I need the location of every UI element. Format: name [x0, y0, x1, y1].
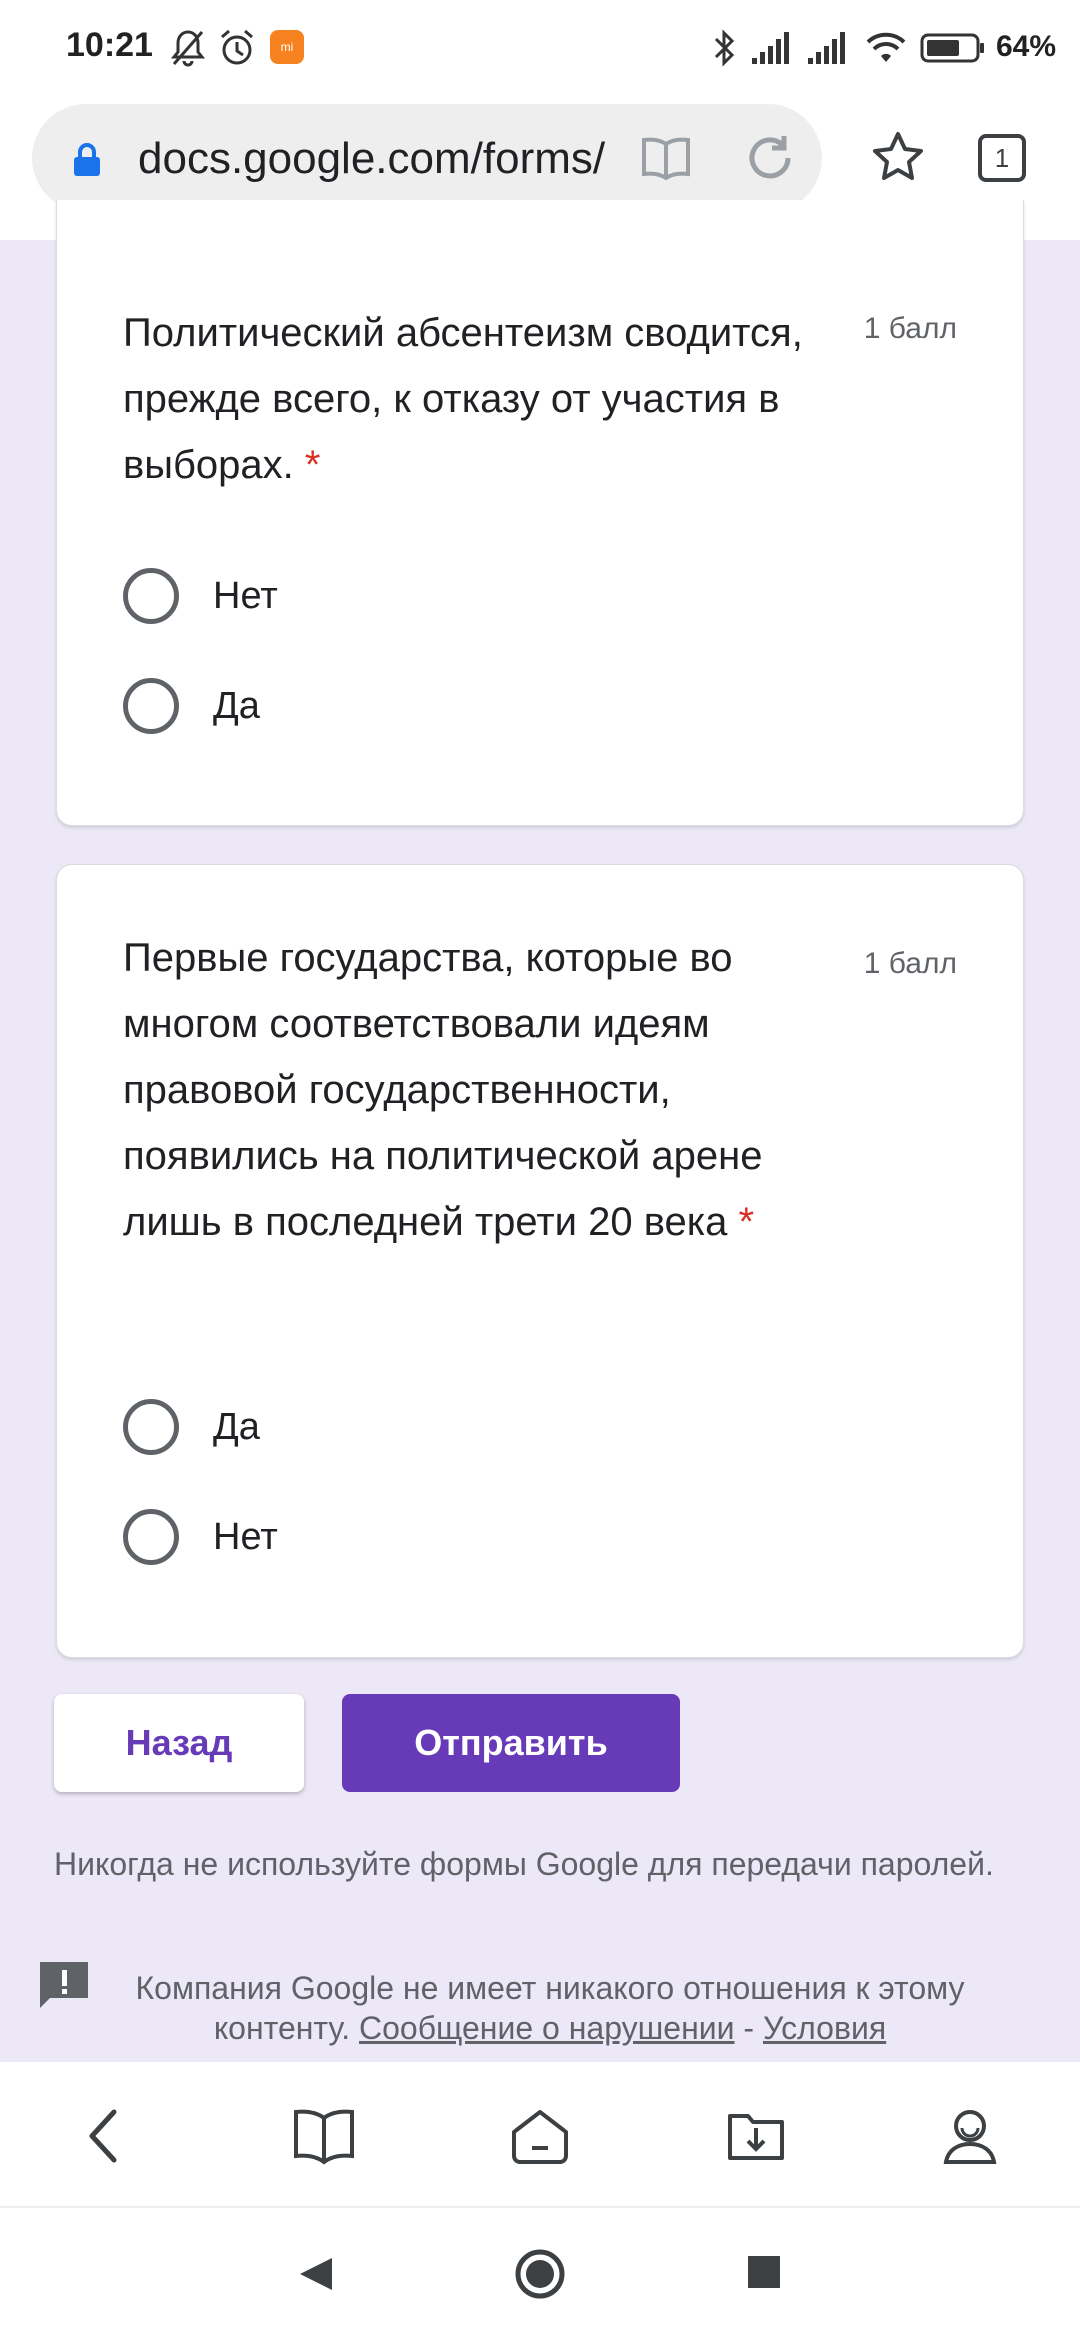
lock-icon	[72, 142, 102, 183]
password-warning: Никогда не используйте формы Google для …	[54, 1846, 994, 1882]
report-abuse-icon[interactable]	[36, 1958, 92, 2019]
required-asterisk: *	[738, 1200, 755, 1244]
option-label[interactable]: Да	[213, 685, 260, 728]
status-bar: 10:21 mi 64%	[0, 0, 1080, 96]
alarm-icon	[218, 28, 256, 73]
downloads-icon[interactable]	[724, 2106, 788, 2171]
question-text: Политический абсентеизм сводится, прежде…	[123, 300, 853, 498]
points-label: 1 балл	[863, 947, 957, 980]
nav-recents-icon[interactable]	[746, 2254, 782, 2295]
question-card: Первые государства, которые во многом со…	[56, 864, 1024, 1658]
radio-option[interactable]: Да	[123, 1397, 260, 1457]
tab-switcher-button[interactable]: 1	[978, 134, 1026, 182]
footer-disclaimer: Компания Google не имеет никакого отноше…	[100, 1968, 1000, 2048]
profile-icon[interactable]	[940, 2106, 1000, 2171]
battery-percent: 64%	[996, 30, 1057, 63]
radio-button[interactable]	[123, 1399, 179, 1455]
question-label: Политический абсентеизм сводится, прежде…	[123, 311, 803, 487]
home-icon[interactable]	[508, 2106, 572, 2171]
option-label[interactable]: Да	[213, 1406, 260, 1449]
back-button[interactable]: Назад	[54, 1694, 304, 1792]
wifi-icon	[864, 28, 908, 73]
points-label: 1 балл	[863, 312, 957, 345]
mi-app-icon: mi	[270, 30, 304, 64]
radio-option[interactable]: Нет	[123, 1507, 278, 1567]
system-nav-bar	[0, 2208, 1080, 2340]
terms-link[interactable]: Условия	[763, 2010, 886, 2046]
radio-option[interactable]: Нет	[123, 566, 278, 626]
url-text[interactable]: docs.google.com/forms/	[138, 134, 622, 184]
reader-mode-icon[interactable]	[638, 134, 694, 187]
radio-button[interactable]	[123, 678, 179, 734]
battery-icon	[920, 28, 986, 73]
reload-icon[interactable]	[744, 132, 796, 189]
bookmarks-icon[interactable]	[292, 2106, 356, 2171]
signal-icon	[806, 28, 850, 73]
back-arrow-icon[interactable]	[80, 2106, 130, 2171]
question-text: Первые государства, которые во многом со…	[123, 925, 853, 1255]
required-asterisk: *	[304, 443, 321, 487]
nav-back-icon[interactable]	[296, 2254, 336, 2299]
option-label[interactable]: Нет	[213, 575, 278, 618]
question-label: Первые государства, которые во многом со…	[123, 936, 763, 1244]
report-abuse-link[interactable]: Сообщение о нарушении	[359, 2010, 735, 2046]
nav-home-icon[interactable]	[514, 2248, 566, 2305]
option-label[interactable]: Нет	[213, 1516, 278, 1559]
signal-icon	[750, 28, 794, 73]
address-bar[interactable]: docs.google.com/forms/	[32, 104, 822, 212]
question-card: Политический абсентеизм сводится, прежде…	[56, 200, 1024, 826]
radio-option[interactable]: Да	[123, 676, 260, 736]
radio-button[interactable]	[123, 568, 179, 624]
browser-bottom-toolbar	[0, 2062, 1080, 2208]
submit-button[interactable]: Отправить	[342, 1694, 680, 1792]
bluetooth-icon	[712, 28, 738, 73]
footer-separator: -	[743, 2010, 755, 2046]
radio-button[interactable]	[123, 1509, 179, 1565]
status-time: 10:21	[66, 26, 153, 64]
mute-bell-icon	[170, 28, 206, 73]
bookmark-star-icon[interactable]	[870, 130, 926, 189]
